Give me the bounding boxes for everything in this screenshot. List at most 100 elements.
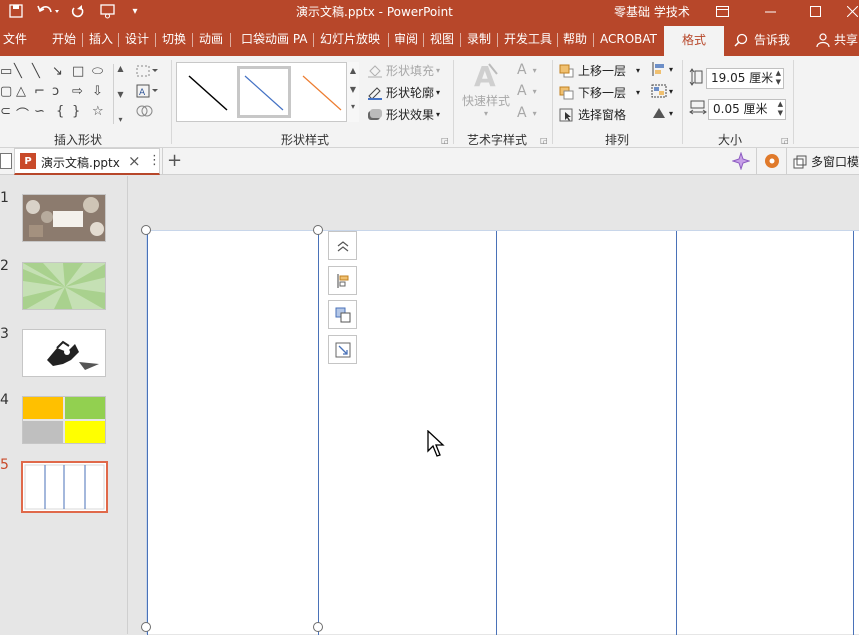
tab-acrobat[interactable]: ACROBAT [600,22,657,56]
resize-handle[interactable] [141,622,151,632]
slide-thumbnail-2[interactable] [22,262,106,310]
arrange-layers-icon[interactable] [328,300,357,329]
multi-window-button[interactable]: 多窗口模 [793,153,859,170]
slide-thumbnail-4[interactable] [22,396,106,444]
tab-insert[interactable]: 插入 [89,22,113,56]
vertical-line-shape-selected[interactable] [318,231,319,635]
tab-home[interactable]: 开始 [52,22,76,56]
tab-format[interactable]: 格式 [664,26,725,56]
shape-styles-gallery[interactable] [176,62,359,122]
star-shape-icon[interactable]: ☆ [92,104,104,119]
document-tab[interactable]: P 演示文稿.pptx × ⋮ [14,148,161,175]
save-icon[interactable] [6,1,26,21]
align-icon[interactable]: ▾ [651,62,673,76]
freeform-shape-icon[interactable]: ∽ [34,104,45,119]
line-shape-icon[interactable]: ╲ [32,64,40,79]
magic-wand-icon[interactable] [732,152,750,170]
shape-effects-button[interactable]: 形状效果 ▾ [367,106,440,123]
vertical-line-shape[interactable] [147,231,148,635]
close-icon[interactable] [846,1,859,21]
scroll-up-icon[interactable]: ▲ [117,64,123,73]
shape-height-input[interactable]: 19.05 厘米 ▲ ▼ [706,68,784,89]
dialog-launcher-icon[interactable]: ◲ [441,136,449,145]
text-effects-icon[interactable]: A ▾ [517,105,537,121]
text-fill-icon[interactable]: A ▾ [517,62,537,78]
merge-shapes-icon[interactable] [136,104,158,118]
settings-gear-icon[interactable] [763,152,781,170]
tab-pocket-animation[interactable]: 口袋动画 PA [241,22,308,56]
tab-developer[interactable]: 开发工具 [504,22,552,56]
tab-file[interactable]: 文件 [3,22,27,56]
bracket-shape-icon[interactable]: ⊂ [0,104,11,119]
share-button[interactable]: 共享 [816,31,858,48]
arrow-right-shape-icon[interactable]: ⇨ [72,84,83,99]
style-swatch-black[interactable] [181,66,235,118]
tab-view[interactable]: 视图 [430,22,454,56]
curve-shape-icon[interactable]: ⌒ [16,104,29,123]
style-swatch-blue[interactable] [237,66,291,118]
selection-pane-button[interactable]: 选择窗格 [559,106,626,123]
slide-canvas[interactable] [146,230,859,635]
undo-icon[interactable] [34,1,62,21]
resize-handle[interactable] [141,225,151,235]
triangle-shape-icon[interactable]: △ [16,84,26,99]
rectangle-shape-icon[interactable]: □ [72,64,84,79]
scroll-up-icon[interactable]: ▲ [347,66,359,75]
dialog-launcher-icon[interactable]: ◲ [781,136,789,145]
resize-handle[interactable] [313,622,323,632]
rotate-icon[interactable]: ▾ [651,106,673,120]
slide-thumbnail-3[interactable] [22,329,106,377]
slide-thumbnail-1[interactable] [22,194,106,242]
slide-thumbnail-5[interactable] [21,461,108,513]
shape-fill-button[interactable]: 形状填充 ▾ [367,62,440,79]
vertical-line-shape[interactable] [853,231,854,635]
shapes-gallery-scroll[interactable]: ▲ ▼ ▾ [113,64,127,124]
tab-animations[interactable]: 动画 [199,22,223,56]
tab-design[interactable]: 设计 [125,22,149,56]
vertical-line-shape[interactable] [496,231,497,635]
tell-me-search[interactable]: 告诉我 [734,31,790,48]
line-shape-icon[interactable]: ╲ [14,64,22,79]
shape-width-input[interactable]: 0.05 厘米 ▲ ▼ [708,99,786,120]
user-name[interactable]: 零基础 学技术 [614,3,690,20]
tab-help[interactable]: 帮助 [563,22,587,56]
text-box-insert-icon[interactable]: A [136,84,158,98]
repeat-icon[interactable] [68,1,88,21]
right-brace-shape-icon[interactable]: } [72,104,80,119]
send-backward-button[interactable]: 下移一层 ▾ [559,84,640,101]
collapse-up-icon[interactable] [328,231,357,260]
curved-connector-icon[interactable]: ↄ [52,84,59,99]
text-outline-icon[interactable]: A ▾ [517,83,537,99]
ribbon-display-options-icon[interactable] [712,1,732,21]
bring-forward-button[interactable]: 上移一层 ▾ [559,62,640,79]
style-swatch-orange[interactable] [295,66,349,118]
close-tab-icon[interactable]: × [128,152,141,170]
minimize-icon[interactable] [760,1,780,21]
group-objects-icon[interactable]: ▾ [651,84,673,98]
tab-transitions[interactable]: 切换 [162,22,186,56]
new-tab-icon[interactable]: + [167,150,182,171]
more-icon[interactable]: ▾ [118,115,122,124]
tab-record[interactable]: 录制 [467,22,491,56]
maximize-icon[interactable] [805,1,825,21]
oval-shape-icon[interactable]: ⬭ [92,64,103,79]
height-spinner[interactable]: ▲ ▼ [776,69,781,87]
tab-menu-icon[interactable]: ⋮ [148,153,161,168]
tab-review[interactable]: 审阅 [394,22,418,56]
rounded-rect-shape-icon[interactable]: ▢ [0,84,12,99]
styles-gallery-scroll[interactable]: ▲ ▼ ▾ [346,62,359,122]
elbow-connector-icon[interactable]: ⌐ [34,84,45,99]
arrow-down-shape-icon[interactable]: ⇩ [92,84,103,99]
size-position-icon[interactable] [328,335,357,364]
vertical-line-shape[interactable] [676,231,677,635]
width-spinner[interactable]: ▲ ▼ [778,100,783,118]
resize-handle[interactable] [313,225,323,235]
scroll-down-icon[interactable]: ▼ [117,90,123,99]
scroll-down-icon[interactable]: ▼ [347,85,359,94]
tab-slideshow[interactable]: 幻灯片放映 [320,22,380,56]
shapes-gallery[interactable]: ▭ ╲ ╲ ↘ □ ⬭ ▢ △ ⌐ ↄ ⇨ ⇩ ⊂ ⌒ ∽ { } ☆ [0,64,126,124]
dialog-launcher-icon[interactable]: ◲ [540,136,548,145]
align-left-icon[interactable] [328,266,357,295]
more-icon[interactable]: ▾ [347,102,359,111]
edit-shape-icon[interactable] [136,64,158,78]
